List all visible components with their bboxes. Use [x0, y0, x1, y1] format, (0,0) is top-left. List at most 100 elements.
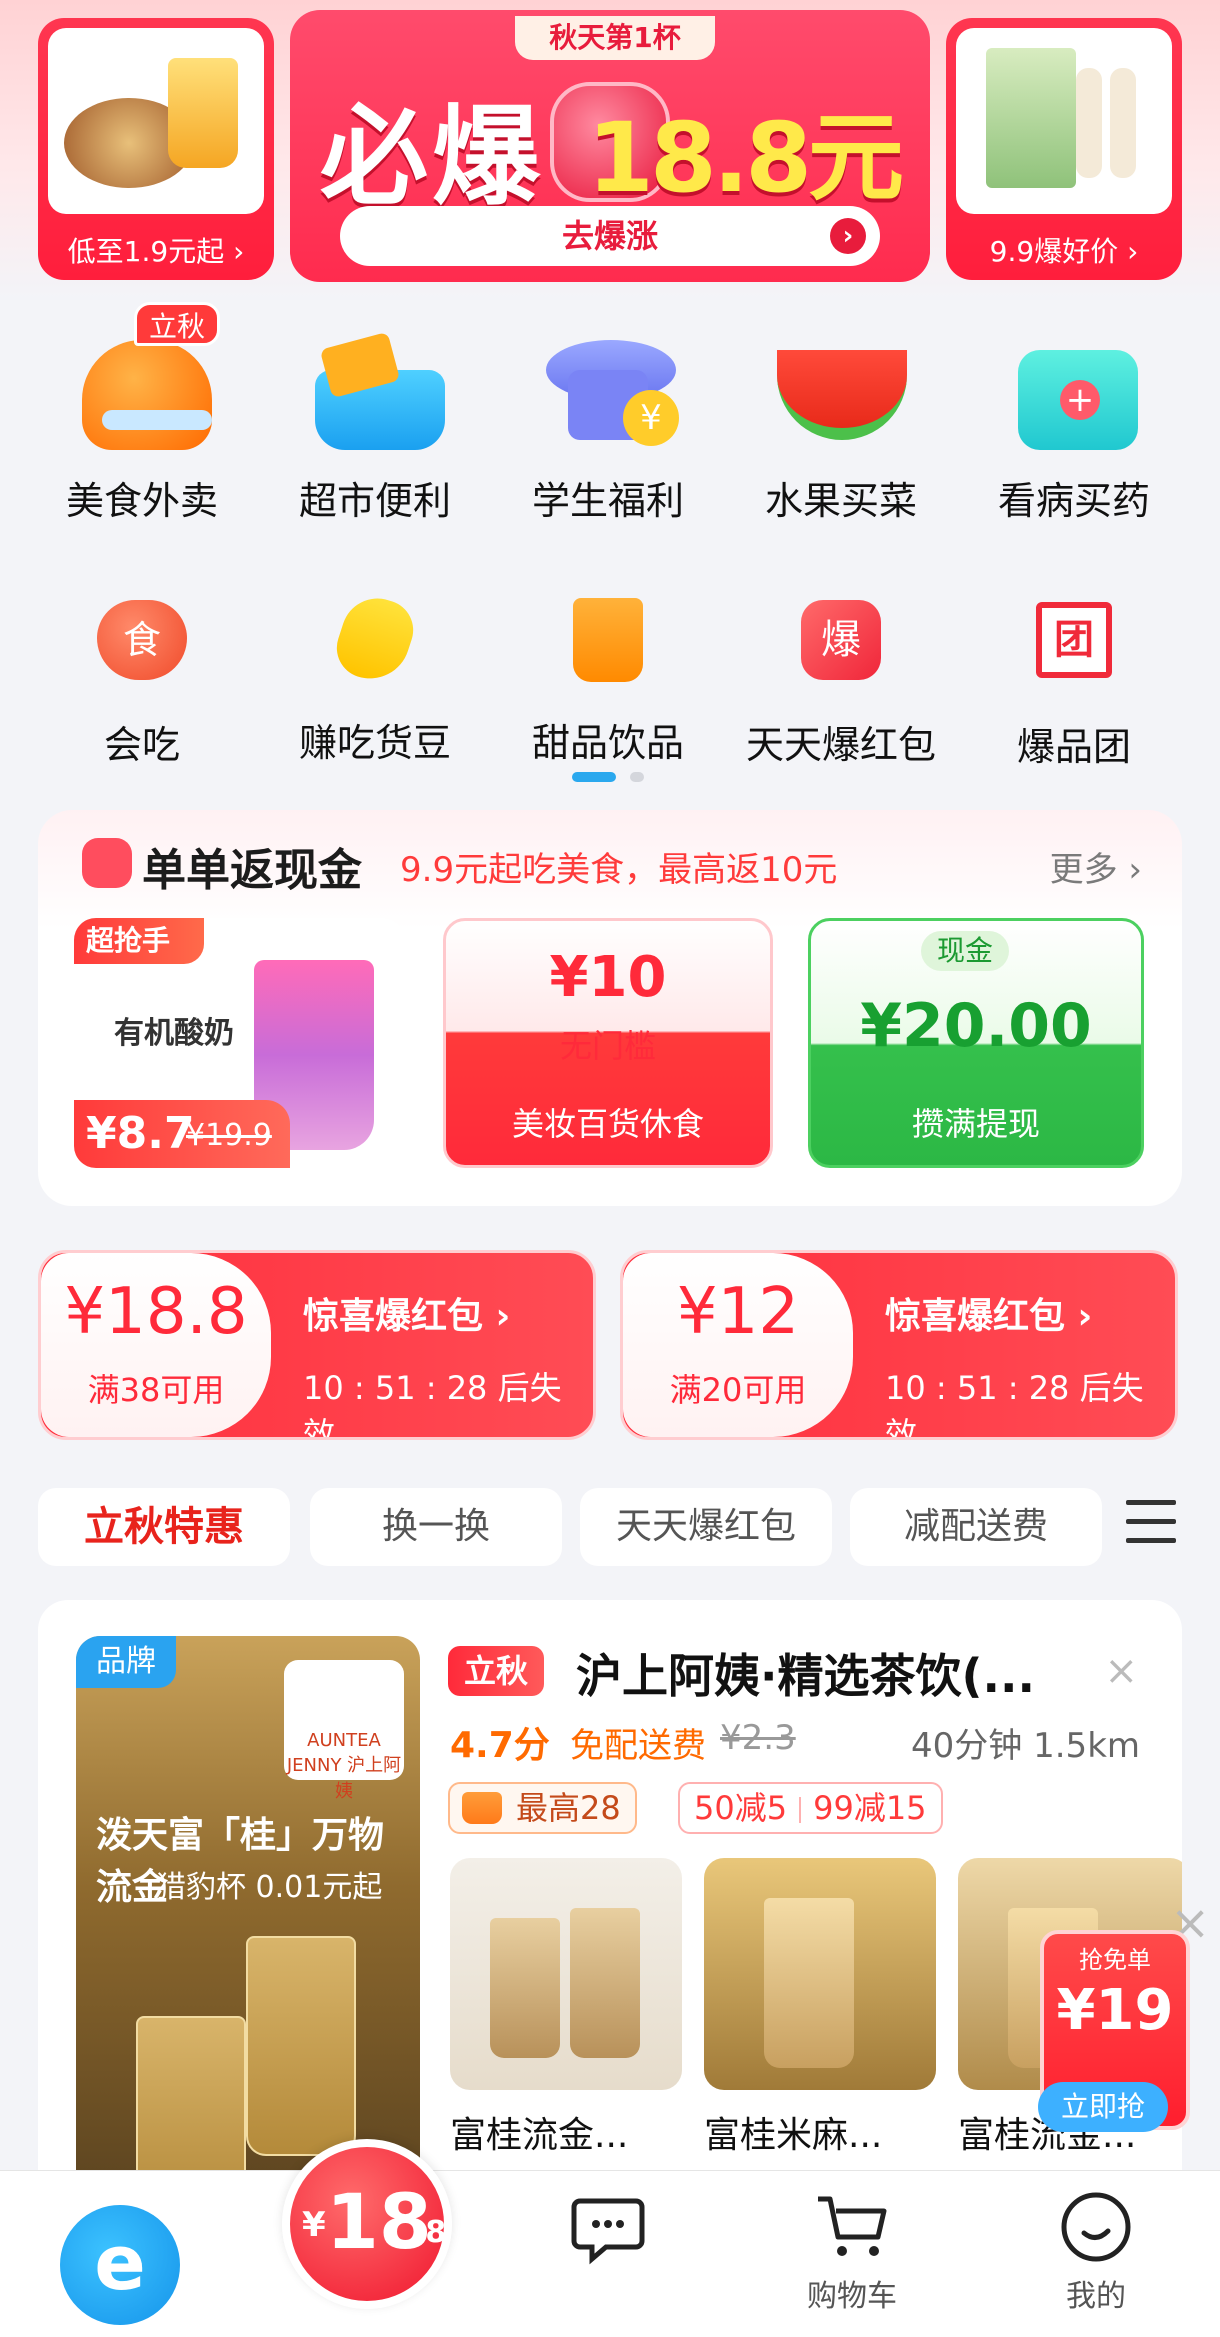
delivery-distance: 40分钟 1.5km — [911, 1726, 1140, 1766]
cash-amount: ¥20.00 — [860, 991, 1092, 1061]
coupon-yen: ¥ — [302, 2205, 326, 2245]
autumn-badge: 立秋 — [134, 302, 221, 346]
drink-cup-icon — [558, 598, 658, 698]
chat-bubble-icon — [570, 2189, 646, 2265]
cashback-coupon-card[interactable]: ¥10 无门槛 美妆百货休食 — [443, 918, 773, 1168]
price-was: ¥19.9 — [186, 1118, 272, 1153]
close-icon[interactable]: × — [1104, 1648, 1138, 1694]
menu-icon[interactable] — [1126, 1500, 1176, 1550]
cash-label: 现金 — [921, 931, 1010, 971]
cashback-subtitle: 9.9元起吃美食，最高返10元 — [400, 850, 838, 890]
store-slogan-sub: 猎豹杯 0.01元起 — [156, 1870, 383, 1905]
red-packet-amount: ¥18.8 — [64, 1275, 248, 1349]
left-promo-card[interactable]: 低至1.9元起 › — [38, 18, 274, 280]
more-link[interactable]: 更多 › — [1050, 842, 1142, 891]
product-image — [704, 1858, 936, 2090]
store-logo: AUNTEA JENNY 沪上阿姨 — [284, 1660, 404, 1802]
red-packet-title: 惊喜爆红包 › — [885, 1296, 1093, 1337]
banner-tagline: 秋天第1杯 — [515, 16, 715, 60]
cashback-product-card[interactable]: 超抢手 有机酸奶 ¥8.7 ¥19.9 — [74, 918, 404, 1168]
red-packet-title: 惊喜爆红包 › — [303, 1296, 511, 1337]
coupon-footer: 美妆百货休食 — [511, 1105, 704, 1143]
cashback-cash-card[interactable]: 现金 ¥20.00 攒满提现 — [808, 918, 1144, 1168]
cash-footer: 攒满提现 — [911, 1105, 1040, 1143]
go-boost-label: 去爆涨 — [561, 217, 658, 255]
float-promo-amount: ¥19 — [1056, 1978, 1174, 2043]
category-group-buy[interactable]: 团 爆品团 — [974, 590, 1174, 771]
home-logo-icon[interactable]: e — [60, 2205, 180, 2325]
tab-reduced-delivery[interactable]: 减配送费 — [850, 1488, 1102, 1566]
product-item[interactable]: 富桂流金... — [450, 1858, 682, 2158]
category-supermarket[interactable]: 超市便利 — [275, 310, 475, 525]
category-food-delivery[interactable]: 立秋 美食外卖 — [42, 302, 242, 525]
category-daily-red-packet[interactable]: 爆 天天爆红包 — [741, 590, 941, 769]
product-item[interactable]: 富桂米麻... — [704, 1858, 936, 2158]
nav-me-label: 我的 — [1066, 2279, 1126, 2314]
red-packet-condition: 满20可用 — [669, 1371, 807, 1409]
category-foodie-beans[interactable]: 赚吃货豆 — [275, 589, 475, 767]
red-packet-condition: 满38可用 — [87, 1371, 225, 1409]
nav-coupon-button[interactable]: ¥ 18 .8 — [282, 2139, 452, 2309]
product-image — [450, 1858, 682, 2090]
nav-me[interactable]: 我的 — [1026, 2189, 1166, 2315]
red-packet-amount: ¥12 — [676, 1275, 800, 1349]
tab-daily-red-packet[interactable]: 天天爆红包 — [580, 1488, 832, 1566]
float-promo-title: 抢免单 — [1079, 1946, 1151, 1974]
group-buy-icon: 团 — [1024, 602, 1124, 702]
bowl-icon: 食 — [92, 600, 192, 700]
store-banner-image: 品牌 AUNTEA JENNY 沪上阿姨 泼天富「桂」万物流金 猎豹杯 0.01… — [76, 1636, 420, 2196]
product-name: 富桂米麻... — [704, 2115, 883, 2156]
nav-messages[interactable] — [538, 2189, 678, 2265]
red-packet-coupon-1[interactable]: ¥18.8 满38可用 惊喜爆红包 › 10 : 51 : 28 后失效 — [38, 1250, 596, 1440]
coupon-condition: 无门槛 — [559, 1027, 656, 1065]
tab-autumn-deals[interactable]: 立秋特惠 — [38, 1488, 290, 1566]
main-promo-banner[interactable]: 秋天第1杯 必爆 18.8元 去爆涨 › — [290, 10, 930, 282]
banner-price: 18.8元 — [587, 102, 904, 214]
category-label: 超市便利 — [298, 479, 451, 523]
max-discount-badge: 最高28 — [448, 1782, 637, 1834]
free-order-float-promo[interactable]: 抢免单 ¥19 立即抢 — [1038, 1930, 1190, 2132]
category-label: 看病买药 — [997, 479, 1150, 523]
red-packet-expiry: 10 : 51 : 28 后失效 — [885, 1369, 1144, 1440]
category-label: 会吃 — [103, 723, 180, 767]
product-name: 富桂流金... — [450, 2115, 629, 2156]
right-promo-card[interactable]: 9.9爆好价 › — [946, 18, 1182, 280]
basket-icon — [295, 310, 455, 460]
category-medicine[interactable]: + 看病买药 — [974, 310, 1174, 525]
tab-shuffle[interactable]: 换一换 — [310, 1488, 562, 1566]
category-label: 美食外卖 — [65, 479, 218, 523]
category-student[interactable]: ¥ 学生福利 — [508, 310, 708, 525]
red-packet-icon: 爆 — [791, 600, 891, 700]
store-card[interactable]: 品牌 AUNTEA JENNY 沪上阿姨 泼天富「桂」万物流金 猎豹杯 0.01… — [38, 1600, 1182, 2200]
season-tag: 立秋 — [448, 1646, 545, 1696]
cashback-title: 单单返现金 — [142, 845, 362, 896]
crown-icon — [462, 1792, 502, 1824]
watermelon-icon — [761, 310, 921, 460]
smiley-icon — [1058, 2189, 1134, 2265]
grab-now-button[interactable]: 立即抢 — [1038, 2082, 1168, 2132]
bottom-nav: e ¥ 18 .8 购物车 我的 — [0, 2139, 1220, 2337]
category-label: 学生福利 — [531, 479, 684, 523]
graduation-cap-icon: ¥ — [528, 310, 688, 460]
category-label: 天天爆红包 — [745, 723, 936, 767]
nav-cart-label: 购物车 — [807, 2279, 897, 2314]
food-image — [48, 28, 264, 214]
nav-cart[interactable]: 购物车 — [782, 2189, 922, 2315]
coupon-amount: ¥10 — [549, 945, 667, 1010]
cashback-card: 单单返现金 9.9元起吃美食，最高返10元 更多 › 超抢手 有机酸奶 ¥8.7… — [38, 810, 1182, 1206]
chevron-right-icon: › — [830, 218, 866, 254]
category-label: 水果买菜 — [764, 479, 917, 523]
go-boost-button[interactable]: 去爆涨 › — [340, 206, 880, 266]
category-eat[interactable]: 食 会吃 — [42, 590, 242, 769]
delivery-fee: 免配送费 — [570, 1726, 706, 1766]
discount-badge: 50减5 99减15 — [678, 1782, 943, 1834]
ice-cream-image — [956, 28, 1172, 214]
category-fruit-veg[interactable]: 水果买菜 — [741, 310, 941, 525]
delivery-fee-original: ¥2.3 — [720, 1718, 796, 1758]
page-indicator — [572, 772, 652, 782]
bean-icon — [325, 589, 425, 698]
category-dessert-drinks[interactable]: 甜品饮品 — [508, 590, 708, 767]
hot-tag: 超抢手 — [74, 918, 204, 964]
red-packet-coupon-2[interactable]: ¥12 满20可用 惊喜爆红包 › 10 : 51 : 28 后失效 — [620, 1250, 1178, 1440]
price-bar: ¥8.7 ¥19.9 — [74, 1100, 290, 1168]
